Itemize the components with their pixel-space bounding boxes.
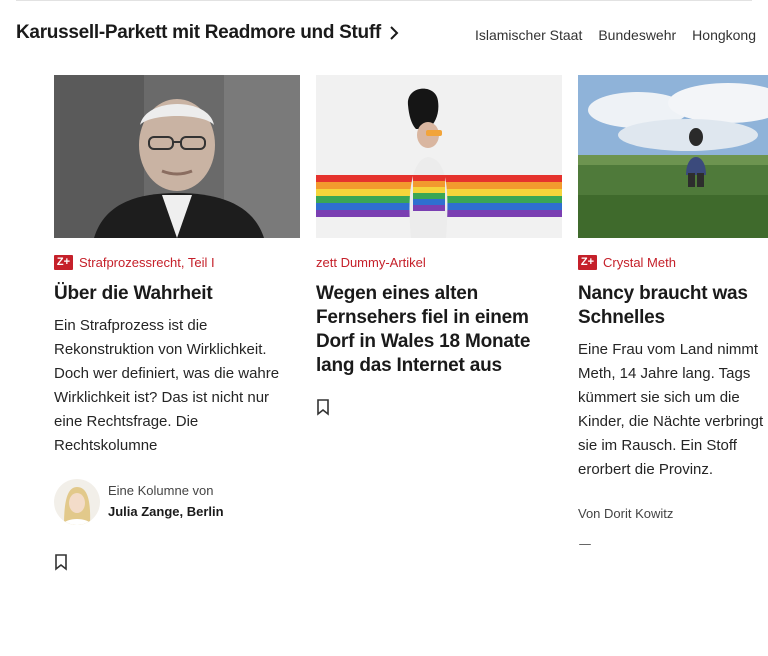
rainbow-photo — [316, 75, 562, 238]
kicker-text: Crystal Meth — [603, 254, 676, 270]
article-teaser: Eine Frau vom Land nimmt Meth, 14 Jahre … — [578, 341, 764, 478]
section-header: Karussell-Parkett mit Readmore und Stuff… — [16, 22, 756, 52]
avatar — [54, 479, 100, 525]
kicker-text: zett Dummy-Artikel — [316, 254, 426, 270]
section-title-link[interactable]: Karussell-Parkett mit Readmore und Stuff — [16, 22, 399, 44]
article-image[interactable] — [578, 75, 768, 238]
topic-links: Islamischer Staat Bundeswehr Hongkong — [475, 27, 756, 43]
topic-link[interactable]: Bundeswehr — [598, 27, 676, 43]
kicker-text: Strafprozessrecht, Teil I — [79, 254, 215, 270]
section-title: Karussell-Parkett mit Readmore und Stuff — [16, 22, 381, 43]
article-kicker: Z+ Crystal Meth — [578, 254, 768, 270]
author-block: Eine Kolumne von Julia Zange, Berlin — [54, 479, 300, 525]
article-image[interactable] — [54, 75, 300, 238]
bookmark-icon[interactable] — [54, 553, 68, 571]
zplus-icon: Z+ — [578, 254, 597, 270]
article-card: Z+ Crystal Meth Nancy braucht was Schnel… — [578, 75, 768, 545]
field-photo — [578, 75, 768, 238]
article-card: zett Dummy-Artikel Wegen eines alten Fer… — [316, 75, 562, 416]
article-image[interactable] — [316, 75, 562, 238]
bookmark-icon[interactable] — [316, 398, 330, 416]
author-intro: Eine Kolumne von — [108, 483, 214, 498]
article-headline[interactable]: Nancy braucht was Schnelles — [578, 282, 768, 330]
top-divider — [16, 0, 752, 1]
author-name[interactable]: Julia Zange, Berlin — [108, 501, 224, 523]
topic-link[interactable]: Hongkong — [692, 27, 756, 43]
article-headline[interactable]: Über die Wahrheit — [54, 282, 300, 306]
chevron-right-icon — [390, 26, 399, 40]
article-kicker: Z+ Strafprozessrecht, Teil I — [54, 254, 300, 270]
bookmark-icon[interactable] — [578, 543, 592, 545]
topic-link[interactable]: Islamischer Staat — [475, 27, 582, 43]
article-teaser: Ein Strafprozess ist die Rekonstruktion … — [54, 317, 280, 454]
portrait-photo — [54, 75, 300, 238]
article-headline[interactable]: Wegen eines alten Fernsehers fiel in ein… — [316, 282, 562, 378]
byline[interactable]: Von Dorit Kowitz — [578, 506, 768, 521]
article-card: Z+ Strafprozessrecht, Teil I Über die Wa… — [54, 75, 300, 571]
article-kicker: zett Dummy-Artikel — [316, 254, 562, 270]
zplus-icon: Z+ — [54, 254, 73, 270]
